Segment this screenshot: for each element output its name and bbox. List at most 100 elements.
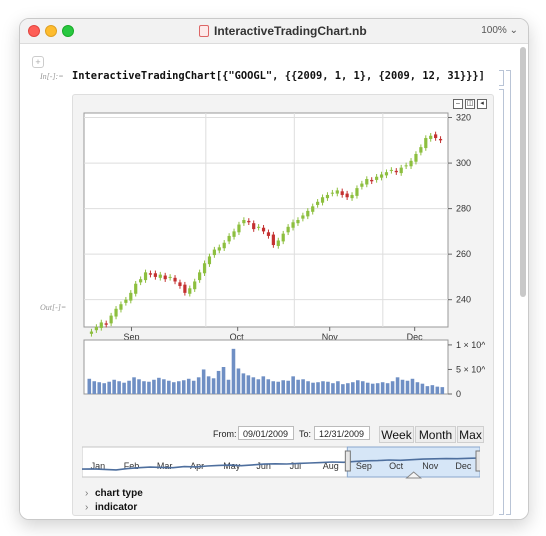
minimize-panel-icon[interactable]: – — [453, 99, 463, 109]
volume-bar — [181, 380, 186, 394]
volume-bar — [296, 379, 300, 394]
volume-bar — [311, 382, 315, 394]
volume-bar — [341, 384, 345, 394]
candle-body — [99, 322, 103, 328]
input-label: In[-]:= — [40, 72, 64, 81]
add-cell-icon[interactable]: + — [32, 56, 44, 68]
volume-bar — [316, 382, 320, 394]
volume-bar — [87, 378, 92, 394]
vertical-scrollbar[interactable] — [520, 47, 526, 297]
volume-bar — [142, 381, 146, 394]
candle-body — [306, 210, 310, 217]
candle-body — [271, 234, 275, 246]
volume-bar — [400, 379, 405, 394]
volume-bar — [231, 348, 236, 394]
volume-bar — [241, 373, 246, 394]
candle-body — [320, 197, 325, 203]
candle-body — [153, 273, 157, 277]
candle-body — [237, 224, 241, 233]
play-panel-icon[interactable]: ◂ — [477, 99, 487, 109]
output-cell-bracket[interactable] — [499, 89, 504, 515]
volume-tick-label: 5 × 10^6 — [456, 364, 485, 374]
volume-bar — [435, 386, 440, 394]
volume-bar — [336, 381, 340, 394]
input-cell-bracket[interactable] — [499, 70, 504, 86]
volume-bar — [420, 383, 425, 394]
candle-body — [193, 281, 197, 290]
volume-bar — [370, 383, 375, 394]
volume-bar — [425, 386, 430, 394]
input-cell-code[interactable]: InteractiveTradingChart[{"GOOGL", {{2009… — [72, 70, 485, 82]
candle-body — [365, 179, 369, 185]
candle-body — [178, 282, 182, 287]
price-plot-area — [83, 112, 449, 328]
volume-bar — [97, 382, 102, 394]
chart-type-option[interactable]: › chart type — [85, 488, 143, 499]
candle-body — [286, 226, 290, 233]
from-label: From: — [213, 429, 237, 439]
volume-bar — [137, 379, 141, 394]
candle-body — [340, 191, 344, 195]
volume-bar — [246, 375, 251, 394]
candle-body — [242, 220, 246, 224]
volume-bar — [410, 378, 415, 394]
overview-left-handle[interactable] — [344, 450, 351, 472]
overview-navigator[interactable]: Jan Feb Mar Apr May Jun Jul Aug Sep Oct Nov Dec — [82, 445, 480, 479]
volume-bar — [346, 383, 350, 394]
volume-bar — [92, 381, 97, 394]
volume-bar — [177, 381, 181, 394]
volume-bar — [326, 381, 330, 394]
from-date-input[interactable]: 09/01/2009 — [238, 426, 294, 440]
candle-body — [134, 283, 138, 294]
candle-body — [148, 273, 153, 275]
close-window-button[interactable] — [28, 25, 40, 37]
candle-body — [330, 192, 334, 194]
volume-bar — [360, 381, 365, 394]
max-button[interactable]: Max — [457, 426, 484, 443]
candle-body — [350, 194, 354, 199]
volume-bar — [122, 382, 126, 394]
candle-body — [379, 174, 384, 178]
notebook-file-icon — [199, 25, 209, 37]
volume-bar — [206, 376, 211, 394]
candle-body — [222, 242, 226, 249]
candle-body — [296, 220, 300, 224]
indicator-option[interactable]: › indicator — [85, 502, 137, 513]
candlestick-chart[interactable]: 240260280300320 SepOctNovDec 05 × 10^61 … — [83, 112, 485, 412]
overview-month-label: Jul — [290, 461, 302, 471]
group-cell-bracket[interactable] — [506, 70, 511, 515]
candle-body — [188, 288, 192, 294]
to-date-input[interactable]: 12/31/2009 — [314, 426, 370, 440]
candle-body — [394, 170, 398, 173]
overview-right-handle[interactable] — [475, 450, 480, 472]
volume-bar — [331, 383, 335, 394]
candle-body — [168, 276, 172, 278]
volume-bar — [385, 383, 390, 394]
zoom-window-button[interactable] — [62, 25, 74, 37]
price-tick-label: 280 — [456, 204, 471, 214]
volume-bar — [321, 381, 325, 394]
candle-body — [345, 193, 349, 198]
volume-bar — [236, 368, 241, 394]
candle-body — [257, 226, 261, 228]
candle-body — [438, 138, 443, 141]
panel-controls: – ◫ ◂ — [453, 99, 487, 109]
volume-bar — [415, 382, 420, 394]
minimize-window-button[interactable] — [45, 25, 57, 37]
candle-body — [173, 277, 177, 282]
trading-chart-panel: – ◫ ◂ 240 260 280 300 320 Sep Oct Nov Dec 0 5 × … — [72, 94, 494, 516]
chevron-right-icon: › — [85, 488, 89, 499]
overview-month-label: Sep — [356, 461, 372, 471]
candle-body — [124, 299, 128, 303]
month-button[interactable]: Month — [415, 426, 456, 443]
volume-bar — [221, 367, 226, 394]
volume-bar — [211, 378, 216, 394]
candle-body — [404, 165, 408, 167]
volume-bar — [351, 382, 355, 394]
zoom-selector[interactable]: 100% ⌄ — [481, 25, 518, 36]
volume-bar — [226, 379, 231, 394]
candle-body — [355, 188, 359, 196]
volume-bar — [201, 369, 206, 394]
copy-panel-icon[interactable]: ◫ — [465, 99, 475, 109]
week-button[interactable]: Week — [379, 426, 414, 443]
